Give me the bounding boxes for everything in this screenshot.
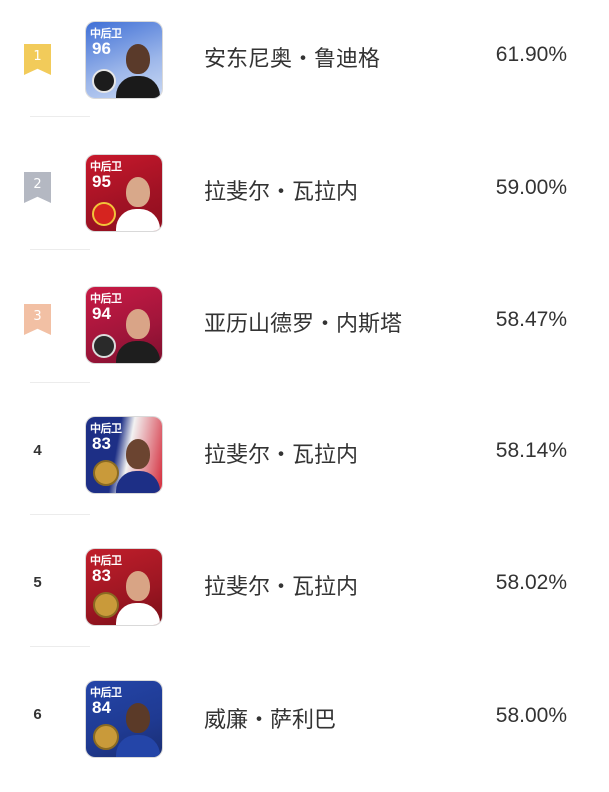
player-name: 安东尼奥・鲁迪格 <box>204 47 381 72</box>
player-name: 拉斐尔・瓦拉内 <box>204 180 359 205</box>
rank-label: 3 <box>33 309 42 324</box>
vote-percentage: 61.90% <box>495 43 567 66</box>
rating-label: 96 <box>92 39 111 58</box>
player-name: 拉斐尔・瓦拉内 <box>204 443 359 468</box>
vote-percentage: 58.00% <box>495 704 567 727</box>
player-name: 亚历山德罗・内斯塔 <box>204 312 403 337</box>
rating-label: 95 <box>92 172 111 191</box>
club-crest-icon <box>92 69 116 93</box>
rating-label: 94 <box>92 304 111 323</box>
club-crest-icon <box>92 202 116 226</box>
vote-percentage: 59.00% <box>495 176 567 199</box>
row-divider <box>30 116 90 117</box>
ranking-row[interactable]: 2 中后卫 95 拉斐尔・瓦拉内 59.00% <box>0 132 609 264</box>
rank-label: 2 <box>33 177 42 192</box>
player-card[interactable]: 中后卫 94 <box>86 287 162 363</box>
ranking-row[interactable]: 1 中后卫 96 安东尼奥・鲁迪格 61.90% <box>0 0 609 132</box>
player-card[interactable]: 中后卫 83 <box>86 549 162 625</box>
rank-label: 1 <box>33 49 42 64</box>
ranking-list: 1 中后卫 96 安东尼奥・鲁迪格 61.90% 2 中后卫 95 拉斐尔・瓦拉… <box>0 0 609 757</box>
rank-number: 5 <box>33 574 42 591</box>
player-portrait-icon <box>116 697 160 757</box>
vote-percentage: 58.47% <box>495 308 567 331</box>
rating-label: 84 <box>92 698 111 717</box>
silver-rank-ribbon: 2 <box>24 172 51 203</box>
player-card[interactable]: 中后卫 84 <box>86 681 162 757</box>
row-divider <box>30 514 90 515</box>
row-divider <box>30 646 90 647</box>
player-portrait-icon <box>116 38 160 98</box>
player-name: 威廉・萨利巴 <box>204 708 337 733</box>
rating-label: 83 <box>92 434 111 453</box>
player-portrait-icon <box>116 171 160 231</box>
club-crest-icon <box>92 334 116 358</box>
player-portrait-icon <box>116 303 160 363</box>
player-card[interactable]: 中后卫 96 <box>86 22 162 98</box>
player-card[interactable]: 中后卫 83 <box>86 417 162 493</box>
row-divider <box>30 382 90 383</box>
rank-number: 4 <box>33 442 42 459</box>
vote-percentage: 58.14% <box>495 439 567 462</box>
bronze-rank-ribbon: 3 <box>24 304 51 335</box>
row-divider <box>30 249 90 250</box>
ranking-row[interactable]: 6 中后卫 84 威廉・萨利巴 58.00% <box>0 660 609 792</box>
player-card[interactable]: 中后卫 95 <box>86 155 162 231</box>
ranking-row[interactable]: 4 中后卫 83 拉斐尔・瓦拉内 58.14% <box>0 396 609 528</box>
ranking-row[interactable]: 5 中后卫 83 拉斐尔・瓦拉内 58.02% <box>0 528 609 660</box>
player-name: 拉斐尔・瓦拉内 <box>204 575 359 600</box>
player-portrait-icon <box>116 433 160 493</box>
rank-number: 6 <box>33 706 42 723</box>
rating-label: 83 <box>92 566 111 585</box>
ranking-row[interactable]: 3 中后卫 94 亚历山德罗・内斯塔 58.47% <box>0 264 609 396</box>
player-portrait-icon <box>116 565 160 625</box>
vote-percentage: 58.02% <box>495 571 567 594</box>
gold-rank-ribbon: 1 <box>24 44 51 75</box>
